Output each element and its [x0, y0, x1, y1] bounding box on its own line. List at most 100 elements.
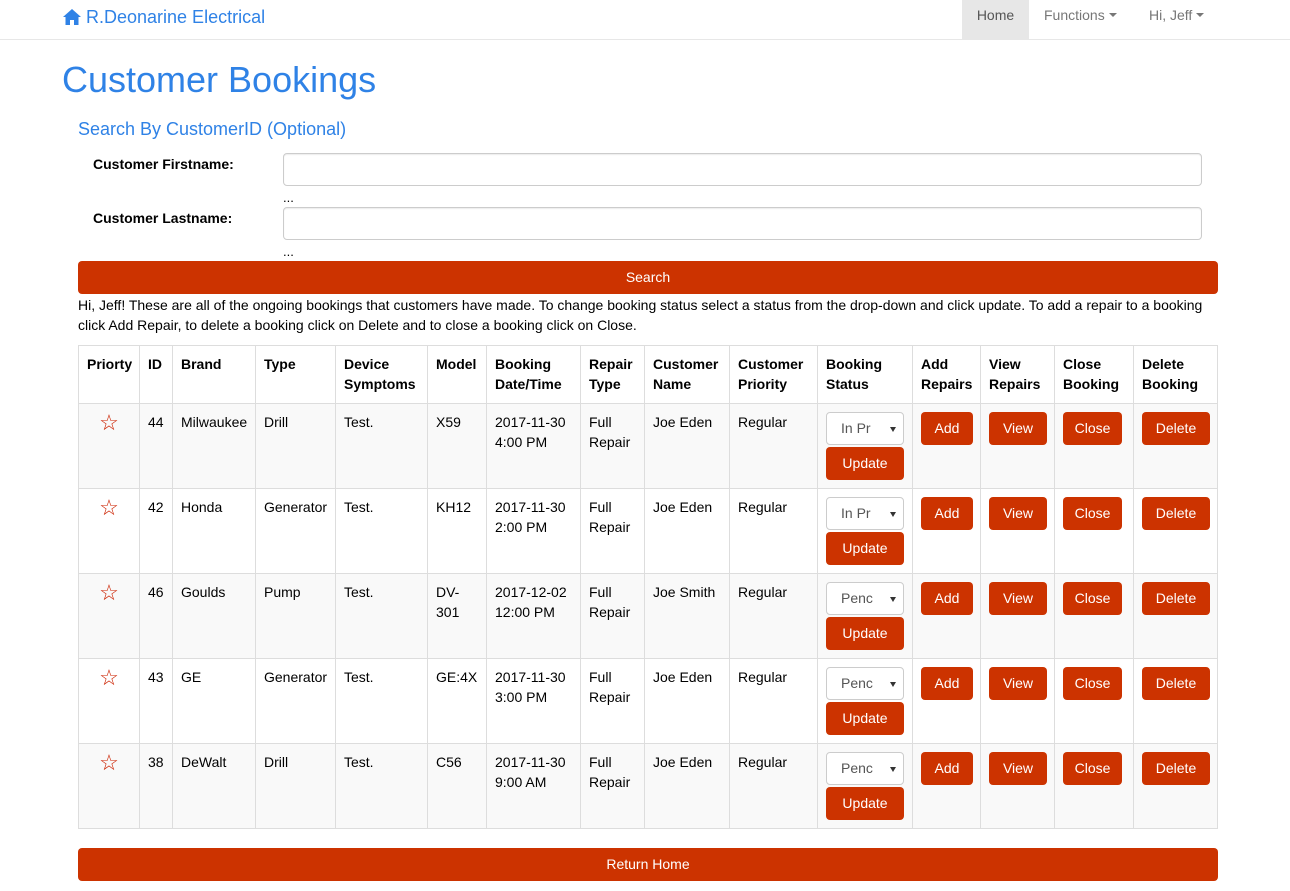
status-select-value: Penc	[841, 760, 873, 776]
close-booking-cell: Close	[1054, 658, 1134, 744]
update-status-button[interactable]: Update	[826, 702, 904, 735]
view-repairs-cell: View	[980, 573, 1055, 659]
star-icon[interactable]: ☆	[99, 582, 119, 604]
chevron-down-icon	[890, 512, 896, 517]
view-repairs-button[interactable]: View	[989, 497, 1047, 530]
priority-cell: ☆	[78, 658, 140, 744]
chevron-down-icon	[890, 597, 896, 602]
update-status-button[interactable]: Update	[826, 532, 904, 565]
delete-booking-button[interactable]: Delete	[1142, 752, 1210, 785]
model-cell: DV-301	[427, 573, 487, 659]
lastname-input[interactable]	[283, 207, 1202, 240]
close-booking-cell: Close	[1054, 573, 1134, 659]
status-select[interactable]: In Pr	[826, 412, 904, 445]
view-repairs-button[interactable]: View	[989, 752, 1047, 785]
repair-type-cell: Full Repair	[580, 488, 645, 574]
customer-priority-cell: Regular	[729, 488, 818, 574]
delete-booking-cell: Delete	[1133, 743, 1218, 829]
column-header: Brand	[172, 345, 256, 404]
close-booking-button[interactable]: Close	[1063, 752, 1122, 785]
booking-status-cell: In Pr Update	[817, 403, 913, 489]
status-select[interactable]: Penc	[826, 582, 904, 615]
brand-link[interactable]: R.Deonarine Electrical	[62, 6, 265, 28]
customer-name-cell: Joe Eden	[644, 403, 730, 489]
add-repairs-cell: Add	[912, 403, 981, 489]
column-header: Close Booking	[1054, 345, 1134, 404]
delete-booking-button[interactable]: Delete	[1142, 412, 1210, 445]
star-icon[interactable]: ☆	[99, 412, 119, 434]
nav-functions-dropdown[interactable]: Functions	[1044, 0, 1117, 40]
delete-booking-button[interactable]: Delete	[1142, 667, 1210, 700]
symptoms-cell: Test.	[335, 488, 428, 574]
add-repair-button[interactable]: Add	[921, 412, 973, 445]
id-cell: 38	[139, 743, 173, 829]
add-repair-button[interactable]: Add	[921, 582, 973, 615]
add-repair-button[interactable]: Add	[921, 667, 973, 700]
datetime-cell: 2017-11-30 4:00 PM	[486, 403, 581, 489]
close-booking-cell: Close	[1054, 488, 1134, 574]
priority-cell: ☆	[78, 743, 140, 829]
nav-user-dropdown[interactable]: Hi, Jeff	[1149, 0, 1205, 40]
model-cell: KH12	[427, 488, 487, 574]
type-cell: Generator	[255, 488, 336, 574]
update-status-button[interactable]: Update	[826, 617, 904, 650]
view-repairs-cell: View	[980, 658, 1055, 744]
type-cell: Generator	[255, 658, 336, 744]
view-repairs-cell: View	[980, 403, 1055, 489]
firstname-input[interactable]	[283, 153, 1202, 186]
firstname-hint: ...	[283, 190, 294, 205]
delete-booking-cell: Delete	[1133, 573, 1218, 659]
chevron-down-icon	[890, 682, 896, 687]
customer-priority-cell: Regular	[729, 403, 818, 489]
page-title: Customer Bookings	[62, 59, 377, 100]
delete-booking-button[interactable]: Delete	[1142, 582, 1210, 615]
close-booking-button[interactable]: Close	[1063, 582, 1122, 615]
status-select[interactable]: Penc	[826, 752, 904, 785]
navbar: R.Deonarine Electrical Home Functions Hi…	[0, 0, 1290, 40]
table-row: ☆ 42 Honda Generator Test. KH12 2017-11-30 2:0…	[78, 488, 1218, 574]
model-cell: GE:4X	[427, 658, 487, 744]
brand-cell: Honda	[172, 488, 256, 574]
add-repairs-cell: Add	[912, 488, 981, 574]
table-row: ☆ 44 Milwaukee Drill Test. X59 2017-11-30 4:00…	[78, 403, 1218, 489]
view-repairs-button[interactable]: View	[989, 582, 1047, 615]
column-header: Delete Booking	[1133, 345, 1218, 404]
customer-priority-cell: Regular	[729, 573, 818, 659]
close-booking-cell: Close	[1054, 743, 1134, 829]
close-booking-button[interactable]: Close	[1063, 412, 1122, 445]
view-repairs-button[interactable]: View	[989, 412, 1047, 445]
chevron-down-icon	[1196, 13, 1205, 18]
return-home-button[interactable]: Return Home	[78, 848, 1218, 881]
update-status-button[interactable]: Update	[826, 787, 904, 820]
add-repair-button[interactable]: Add	[921, 497, 973, 530]
datetime-cell: 2017-12-02 12:00 PM	[486, 573, 581, 659]
status-select[interactable]: In Pr	[826, 497, 904, 530]
star-icon[interactable]: ☆	[99, 752, 119, 774]
bookings-table: Priorty ID Brand Type Device Symptoms Mo…	[78, 345, 1218, 829]
booking-status-cell: Penc Update	[817, 573, 913, 659]
search-button[interactable]: Search	[78, 261, 1218, 294]
close-booking-button[interactable]: Close	[1063, 497, 1122, 530]
star-icon[interactable]: ☆	[99, 667, 119, 689]
add-repair-button[interactable]: Add	[921, 752, 973, 785]
delete-booking-button[interactable]: Delete	[1142, 497, 1210, 530]
column-header: View Repairs	[980, 345, 1055, 404]
instructions-text: Hi, Jeff! These are all of the ongoing b…	[78, 297, 1203, 333]
symptoms-cell: Test.	[335, 743, 428, 829]
delete-booking-cell: Delete	[1133, 403, 1218, 489]
delete-booking-cell: Delete	[1133, 488, 1218, 574]
add-repairs-cell: Add	[912, 743, 981, 829]
booking-status-cell: In Pr Update	[817, 488, 913, 574]
view-repairs-button[interactable]: View	[989, 667, 1047, 700]
update-status-button[interactable]: Update	[826, 447, 904, 480]
customer-name-cell: Joe Eden	[644, 743, 730, 829]
column-header: Add Repairs	[912, 345, 981, 404]
chevron-down-icon	[890, 767, 896, 772]
star-icon[interactable]: ☆	[99, 497, 119, 519]
booking-status-cell: Penc Update	[817, 658, 913, 744]
view-repairs-cell: View	[980, 743, 1055, 829]
priority-cell: ☆	[78, 573, 140, 659]
nav-home[interactable]: Home	[962, 0, 1029, 40]
status-select[interactable]: Penc	[826, 667, 904, 700]
close-booking-button[interactable]: Close	[1063, 667, 1122, 700]
